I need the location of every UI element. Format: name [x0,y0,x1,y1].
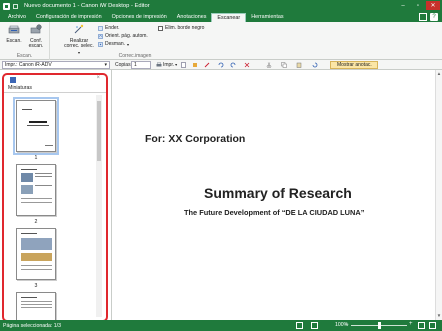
auto-orient-button[interactable]: Orient. pág. autom. [98,33,148,39]
help-icon[interactable]: ? [430,13,438,21]
thumbnail-page-1[interactable]: 1 [13,97,59,161]
thumbnail-page-2[interactable]: 2 [16,164,56,225]
tab-annotations[interactable]: Anotaciones [172,13,212,22]
tab-tools[interactable]: Herramientas [246,13,288,22]
quick-access-icon[interactable] [13,3,18,9]
print-button[interactable]: Impr. ▾ [156,61,177,69]
printer-icon [156,62,162,67]
tab-print-settings[interactable]: Configuración de impresión [31,13,107,22]
thumbnail-page-3[interactable]: 3 [16,228,56,289]
scan-group-label: Escan. [16,53,33,59]
remove-black-border-button[interactable]: Elim. borde negro [158,25,204,31]
thumbnail-page-number: 3 [34,283,38,289]
thumbnail-page-number: 2 [34,219,38,225]
scan-button[interactable]: Escan. [3,24,25,44]
cut-icon[interactable] [266,62,272,68]
fit-icon[interactable] [324,322,331,329]
ribbon: Escan. Conf. escan. Escan. Realizar corr… [0,22,442,60]
tab-archivo[interactable]: Archivo [3,13,31,22]
document-title: Summary of Research [204,185,352,201]
correct-selection-button[interactable]: Realizar correc. selec. ▾ [62,24,96,55]
image-correction-group: Realizar correc. selec. ▾ Ender. Orient.… [50,22,220,60]
status-bar: Página seleccionada: 1/3 100% − + [0,320,442,331]
undo-icon[interactable] [218,62,224,68]
document-recipient: For: XX Corporation [145,133,246,145]
app-icon[interactable] [3,2,10,10]
scroll-down-icon[interactable]: ▼ [436,313,442,319]
despeckle-button[interactable]: Desman. ▾ [98,41,129,47]
scanner-icon [8,25,20,34]
pages-icon[interactable] [181,62,187,68]
thumbnails-panel: × Miniaturas 1 2 3 [2,73,108,322]
thumbnail-image [13,97,59,155]
thumbnail-image [16,292,56,320]
scrollbar-thumb[interactable] [97,101,101,161]
close-panel-icon[interactable]: × [96,75,100,81]
fit-page-icon[interactable] [429,322,436,329]
thumbnail-page-4-partial[interactable] [16,292,56,320]
home-icon[interactable] [419,13,427,21]
stamp-icon[interactable] [192,62,198,68]
straighten-button[interactable]: Ender. [98,25,119,31]
close-icon[interactable]: ✕ [426,1,440,10]
straighten-icon [98,25,103,31]
zoom-in-icon[interactable]: + [409,321,413,327]
auto-orient-icon [98,33,103,39]
scan-settings-icon [30,24,42,34]
copies-label: Copias: [115,62,132,68]
thumbnail-image [16,228,56,280]
thumbnails-scrollbar[interactable] [96,95,102,317]
tab-print-options[interactable]: Opciones de impresión [107,13,172,22]
scan-group: Escan. Conf. escan. Escan. [0,22,50,60]
zoom-slider[interactable] [351,322,407,329]
show-annotations-toggle[interactable]: Mostrar anotac. [330,61,378,69]
zoom-slider-knob[interactable] [377,322,381,329]
thumbnail-image [16,164,56,216]
copy-icon[interactable] [281,62,287,68]
two-page-view-icon[interactable] [311,322,318,329]
thumbnail-page-number: 1 [34,155,38,161]
minimize-icon[interactable]: – [396,1,410,10]
title-bar: Nuevo documento 1 - Canon iW Desktop - E… [0,0,442,12]
copies-input[interactable]: 1 [131,61,151,69]
pen-icon[interactable] [204,62,210,68]
window-title: Nuevo documento 1 - Canon iW Desktop - E… [24,3,150,9]
maximize-icon[interactable]: ▫ [411,1,425,10]
quick-toolbar: Impr.: Canon iR-ADV Copias: 1 Impr. ▾ Mo… [0,60,442,70]
window-controls: – ▫ ✕ [396,1,440,10]
thumbnails-icon[interactable] [10,77,16,83]
despeckle-icon [98,41,103,47]
zoom-out-icon[interactable]: − [345,322,349,328]
page-status: Página seleccionada: 1/3 [3,322,61,329]
image-correction-group-label: Correc.imagen [118,53,152,59]
rotate-icon[interactable] [312,62,318,68]
paste-icon[interactable] [296,62,302,68]
thumbnails-title: Miniaturas [4,85,106,93]
scan-settings-button[interactable]: Conf. escan. [25,24,47,50]
remove-border-icon [158,25,163,31]
printer-select[interactable]: Impr.: Canon iR-ADV [2,61,110,69]
fit-width-icon[interactable] [418,322,425,329]
magic-wand-icon [74,24,84,34]
redo-icon[interactable] [230,62,236,68]
document-scrollbar[interactable]: ▲ ▼ [435,70,442,320]
document-subtitle: The Future Development of “DE LA CIUDAD … [184,208,365,217]
thumbnails-list: 1 2 3 [4,93,94,320]
ribbon-tabs: Archivo Configuración de impresión Opcio… [0,12,442,22]
single-page-view-icon[interactable] [296,322,303,329]
delete-icon[interactable] [244,62,250,68]
scroll-up-icon[interactable]: ▲ [436,71,442,77]
tab-scan[interactable]: Escanear [211,13,247,22]
thumbnails-panel-header: × [4,75,106,85]
document-view[interactable]: For: XX Corporation Summary of Research … [111,70,442,320]
